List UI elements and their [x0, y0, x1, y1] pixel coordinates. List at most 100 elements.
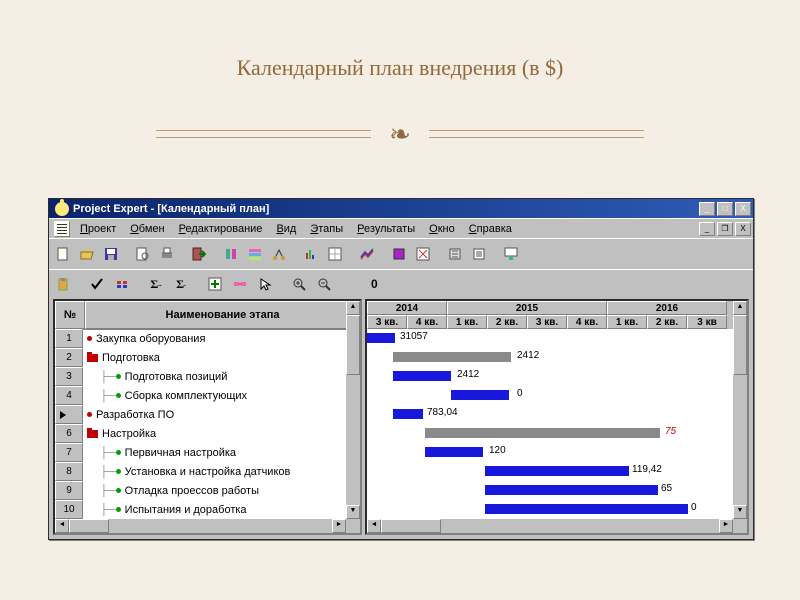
add-icon[interactable] [204, 273, 226, 295]
row-header[interactable]: 6 [55, 424, 83, 443]
task-name-cell[interactable]: Разработка ПО [83, 409, 346, 421]
menu-обмен[interactable]: Обмен [123, 221, 171, 237]
sigma1-icon[interactable]: Σ.. [145, 273, 167, 295]
v-scrollbar[interactable]: ▲ ▼ [346, 301, 360, 519]
tool-chart-icon[interactable] [356, 243, 378, 265]
gantt-row[interactable]: 65 [367, 481, 733, 500]
tool-e-icon[interactable] [324, 243, 346, 265]
row-header[interactable]: 10 [55, 500, 83, 519]
gantt-row[interactable]: 31057 [367, 329, 733, 348]
row-header[interactable]: 8 [55, 462, 83, 481]
mdi-close-button[interactable]: X [735, 222, 751, 236]
task-name-cell[interactable]: ├─ Первичная настройка [83, 447, 346, 459]
task-name-cell[interactable]: Закупка оборуования [83, 333, 346, 345]
h-scrollbar[interactable]: ◄ ► [55, 519, 360, 533]
tool-d-icon[interactable] [300, 243, 322, 265]
menu-окно[interactable]: Окно [422, 221, 462, 237]
gantt-row[interactable]: 119,42 [367, 462, 733, 481]
tool-k-icon[interactable] [111, 273, 133, 295]
quarter-header[interactable]: 1 кв. [447, 315, 487, 329]
gantt-bar[interactable] [485, 504, 688, 514]
year-header[interactable]: 2016 [607, 301, 727, 315]
menu-результаты[interactable]: Результаты [350, 221, 422, 237]
gantt-row[interactable]: 75 [367, 424, 733, 443]
tool-a-icon[interactable] [220, 243, 242, 265]
menu-вид[interactable]: Вид [269, 221, 303, 237]
gantt-row[interactable]: 120 [367, 443, 733, 462]
pointer-icon[interactable] [254, 273, 276, 295]
exit-icon[interactable] [188, 243, 210, 265]
year-header[interactable]: 2014 [367, 301, 447, 315]
quarter-header[interactable]: 3 кв [687, 315, 727, 329]
col-header-num[interactable]: № [55, 301, 85, 329]
row-header[interactable]: 1 [55, 329, 83, 348]
gantt-bar[interactable] [451, 390, 509, 400]
row-header[interactable] [55, 405, 83, 424]
task-name-cell[interactable]: ├─ Отладка проессов работы [83, 485, 346, 497]
quarter-header[interactable]: 4 кв. [567, 315, 607, 329]
task-name-cell[interactable]: Подготовка [83, 352, 346, 364]
link-icon[interactable] [229, 273, 251, 295]
gantt-row[interactable]: 0 [367, 500, 733, 519]
gantt-bar[interactable] [425, 447, 483, 457]
preview-icon[interactable] [132, 243, 154, 265]
v-scrollbar[interactable]: ▲ ▼ [733, 301, 747, 519]
year-header[interactable]: 2015 [447, 301, 607, 315]
tool-f-icon[interactable] [388, 243, 410, 265]
tool-g-icon[interactable] [412, 243, 434, 265]
gantt-bar[interactable] [393, 409, 423, 419]
tool-b-icon[interactable] [244, 243, 266, 265]
save-icon[interactable] [100, 243, 122, 265]
row-header[interactable]: 4 [55, 386, 83, 405]
task-name-cell[interactable]: ├─ Установка и настройка датчиков [83, 466, 346, 478]
mdi-restore-button[interactable]: ❐ [717, 222, 733, 236]
quarter-header[interactable]: 2 кв. [487, 315, 527, 329]
quarter-header[interactable]: 2 кв. [647, 315, 687, 329]
close-button[interactable]: X [735, 202, 751, 216]
gantt-bar[interactable] [425, 428, 660, 438]
task-name-cell[interactable]: ├─ Подготовка позиций [83, 371, 346, 383]
h-scrollbar[interactable]: ◄ ► [367, 519, 747, 533]
gantt-row[interactable]: 2412 [367, 367, 733, 386]
minimize-button[interactable]: _ [699, 202, 715, 216]
clipboard-icon[interactable] [52, 273, 74, 295]
menu-этапы[interactable]: Этапы [303, 221, 350, 237]
menu-проект[interactable]: Проект [73, 221, 123, 237]
row-header[interactable]: 2 [55, 348, 83, 367]
col-header-name[interactable]: Наименование этапа [85, 301, 360, 329]
quarter-header[interactable]: 1 кв. [607, 315, 647, 329]
zoom-out-icon[interactable] [313, 273, 335, 295]
check-icon[interactable] [86, 273, 108, 295]
row-header[interactable]: 9 [55, 481, 83, 500]
quarter-header[interactable]: 3 кв. [527, 315, 567, 329]
print-icon[interactable] [156, 243, 178, 265]
row-header[interactable]: 7 [55, 443, 83, 462]
tool-c-icon[interactable] [268, 243, 290, 265]
gantt-bar[interactable] [393, 371, 451, 381]
gantt-bar[interactable] [393, 352, 511, 362]
tool-i-icon[interactable] [468, 243, 490, 265]
gantt-bar[interactable] [367, 333, 395, 343]
gantt-row[interactable]: 0 [367, 386, 733, 405]
quarter-header[interactable]: 4 кв. [407, 315, 447, 329]
mdi-minimize-button[interactable]: _ [699, 222, 715, 236]
open-icon[interactable] [76, 243, 98, 265]
gantt-bar[interactable] [485, 466, 629, 476]
quarter-header[interactable]: 3 кв. [367, 315, 407, 329]
task-name-cell[interactable]: ├─ Испытания и доработка [83, 504, 346, 516]
sigma2-icon[interactable]: Σ. [170, 273, 192, 295]
gantt-bar[interactable] [485, 485, 658, 495]
gantt-row[interactable]: 2412 [367, 348, 733, 367]
maximize-button[interactable]: □ [717, 202, 733, 216]
task-name-cell[interactable]: Настройка [83, 428, 346, 440]
menu-справка[interactable]: Справка [462, 221, 519, 237]
zoom-in-icon[interactable] [288, 273, 310, 295]
mdi-icon[interactable] [54, 221, 70, 237]
tool-h-icon[interactable] [444, 243, 466, 265]
gantt-row[interactable]: 783,04 [367, 405, 733, 424]
row-header[interactable]: 3 [55, 367, 83, 386]
new-icon[interactable] [52, 243, 74, 265]
menu-редактирование[interactable]: Редактирование [172, 221, 270, 237]
tool-j-icon[interactable] [500, 243, 522, 265]
task-name-cell[interactable]: ├─ Сборка комплектующих [83, 390, 346, 402]
